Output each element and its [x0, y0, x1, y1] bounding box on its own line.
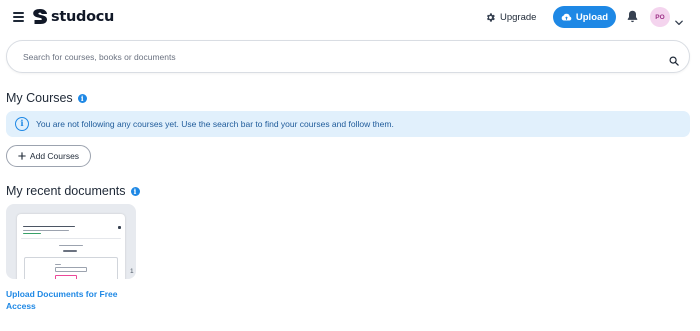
- courses-notice: i You are not following any courses yet.…: [6, 111, 690, 137]
- upgrade-button[interactable]: Upgrade: [485, 9, 536, 26]
- recent-documents-title: My recent documents: [6, 184, 126, 198]
- cloud-upload-icon: [561, 13, 572, 20]
- search-icon: [669, 56, 679, 66]
- chevron-down-icon: [675, 20, 683, 25]
- info-icon[interactable]: i: [130, 186, 140, 196]
- search-bar: [6, 40, 690, 73]
- search-button[interactable]: [669, 53, 679, 71]
- upload-button[interactable]: Upload: [553, 6, 616, 28]
- account-menu-toggle[interactable]: [675, 13, 683, 31]
- studocu-logo-mark-icon: [33, 9, 47, 24]
- courses-notice-text: You are not following any courses yet. U…: [36, 119, 394, 129]
- gear-icon: [486, 13, 495, 22]
- document-page-count: 1: [130, 268, 134, 275]
- info-icon: i: [15, 117, 29, 131]
- recent-documents-heading: My recent documents i: [6, 184, 140, 198]
- my-courses-heading: My Courses i: [6, 91, 87, 105]
- document-card[interactable]: 1: [6, 204, 136, 279]
- bell-icon: [627, 10, 638, 23]
- search-input[interactable]: [23, 50, 623, 64]
- avatar-initials: PO: [655, 13, 665, 21]
- notifications-button[interactable]: [627, 10, 638, 28]
- document-title-link[interactable]: Upload Documents for Free Access: [6, 288, 136, 312]
- add-courses-label: Add Courses: [29, 151, 80, 161]
- avatar[interactable]: PO: [650, 7, 670, 27]
- add-courses-button[interactable]: Add Courses: [6, 145, 91, 167]
- upgrade-label: Upgrade: [500, 12, 537, 23]
- document-thumbnail: [17, 214, 125, 279]
- logo-text: studocu: [51, 8, 115, 25]
- top-bar: studocu Upgrade Upload PO: [0, 0, 700, 36]
- plus-icon: [18, 152, 26, 160]
- studocu-logo[interactable]: studocu: [32, 8, 114, 25]
- hamburger-icon[interactable]: [13, 12, 24, 22]
- info-icon[interactable]: i: [77, 93, 87, 103]
- my-courses-title: My Courses: [6, 91, 73, 105]
- upload-label: Upload: [575, 11, 609, 23]
